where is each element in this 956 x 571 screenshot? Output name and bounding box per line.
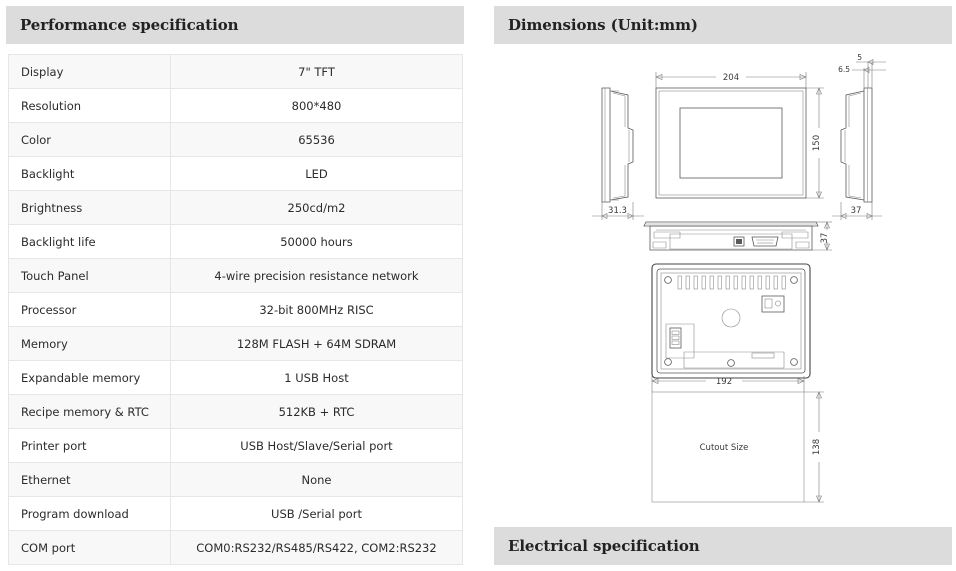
spec-label: Display (8, 54, 171, 89)
dimension-label-cutout-width: 192 (716, 377, 732, 387)
dimension-label-cutout-height: 138 (812, 439, 822, 455)
spec-label: Color (8, 122, 171, 157)
spec-label: Printer port (8, 428, 171, 463)
spec-label: Backlight (8, 156, 171, 191)
dimensions-technical-drawing: 31.3 204 150 5 6.5 37 37 192 138 Cutout … (494, 50, 956, 515)
table-row: Backlight life 50000 hours (8, 224, 463, 259)
dimensions-header: Dimensions (Unit:mm) (494, 6, 952, 44)
electrical-specification-title: Electrical specification (508, 537, 700, 555)
left-connector-block (665, 323, 695, 359)
dimensions-panel: Dimensions (Unit:mm) 31.3 204 150 5 6.5 … (494, 0, 956, 571)
rear-view (651, 263, 811, 379)
side-profile-view-right: 5 6.5 37 (832, 53, 886, 220)
front-view: 204 150 (655, 72, 824, 199)
spec-value: 7" TFT (170, 54, 463, 89)
spec-value: COM0:RS232/RS485/RS422, COM2:RS232 (170, 530, 463, 565)
table-row: Program download USB /Serial port (8, 496, 463, 531)
bottom-edge-view: 37 (643, 221, 832, 251)
electrical-specification-header: Electrical specification (494, 527, 952, 565)
dimension-label-edge-height: 37 (820, 233, 830, 244)
spec-label: Expandable memory (8, 360, 171, 395)
table-row: Color 65536 (8, 122, 463, 157)
side-profile-view-left: 31.3 (592, 87, 644, 220)
rear-label-strip (751, 352, 775, 359)
spec-label: Resolution (8, 88, 171, 123)
table-row: Recipe memory & RTC 512KB + RTC (8, 394, 463, 429)
spec-value: USB Host/Slave/Serial port (170, 428, 463, 463)
dimension-label-bezel-second: 6.5 (838, 65, 850, 74)
spec-value: USB /Serial port (170, 496, 463, 531)
spec-label: Backlight life (8, 224, 171, 259)
spec-label: Program download (8, 496, 171, 531)
spec-value: 512KB + RTC (170, 394, 463, 429)
table-row: Touch Panel 4-wire precision resistance n… (8, 258, 463, 293)
table-row: Brightness 250cd/m2 (8, 190, 463, 225)
table-row: Expandable memory 1 USB Host (8, 360, 463, 395)
spec-value: 250cd/m2 (170, 190, 463, 225)
spec-value: 32-bit 800MHz RISC (170, 292, 463, 327)
spec-value: 50000 hours (170, 224, 463, 259)
cutout-size-caption: Cutout Size (700, 443, 749, 453)
power-terminal-block (761, 295, 785, 313)
table-row: Ethernet None (8, 462, 463, 497)
spec-value: None (170, 462, 463, 497)
dimension-label-bezel-top: 5 (857, 53, 862, 62)
spec-label: Processor (8, 292, 171, 327)
table-row: Processor 32-bit 800MHz RISC (8, 292, 463, 327)
table-row: Memory 128M FLASH + 64M SDRAM (8, 326, 463, 361)
spec-value: 128M FLASH + 64M SDRAM (170, 326, 463, 361)
spec-label: Touch Panel (8, 258, 171, 293)
table-row: Display 7" TFT (8, 54, 463, 89)
performance-specification-panel: Performance specification Display 7" TFT … (0, 0, 464, 571)
spec-label: Recipe memory & RTC (8, 394, 171, 429)
spec-value: 4-wire precision resistance network (170, 258, 463, 293)
spec-label: COM port (8, 530, 171, 565)
table-row: Resolution 800*480 (8, 88, 463, 123)
spec-label: Ethernet (8, 462, 171, 497)
table-body: Display 7" TFT Resolution 800*480 Color 655… (8, 54, 463, 565)
page-title: Performance specification (20, 16, 239, 34)
spec-value: LED (170, 156, 463, 191)
dimension-label-side-right-depth: 37 (851, 206, 862, 216)
performance-specification-table: Display 7" TFT Resolution 800*480 Color 655… (8, 54, 463, 565)
spec-label: Brightness (8, 190, 171, 225)
table-row: Backlight LED (8, 156, 463, 191)
table-row: COM port COM0:RS232/RS485/RS422, COM2:RS2… (8, 530, 463, 565)
cutout-size-view: 192 138 Cutout Size (651, 376, 824, 503)
table-row: Printer port USB Host/Slave/Serial port (8, 428, 463, 463)
spec-value: 800*480 (170, 88, 463, 123)
dimension-label-front-width: 204 (723, 73, 739, 83)
spec-value: 1 USB Host (170, 360, 463, 395)
performance-specification-header: Performance specification (6, 6, 464, 44)
dimension-label-side-depth: 31.3 (608, 206, 627, 216)
dimension-label-front-height: 150 (812, 135, 822, 151)
spec-label: Memory (8, 326, 171, 361)
vent-slots-group (677, 275, 786, 290)
rear-center-boss (721, 308, 741, 328)
spec-value: 65536 (170, 122, 463, 157)
dimensions-title: Dimensions (Unit:mm) (508, 16, 698, 34)
